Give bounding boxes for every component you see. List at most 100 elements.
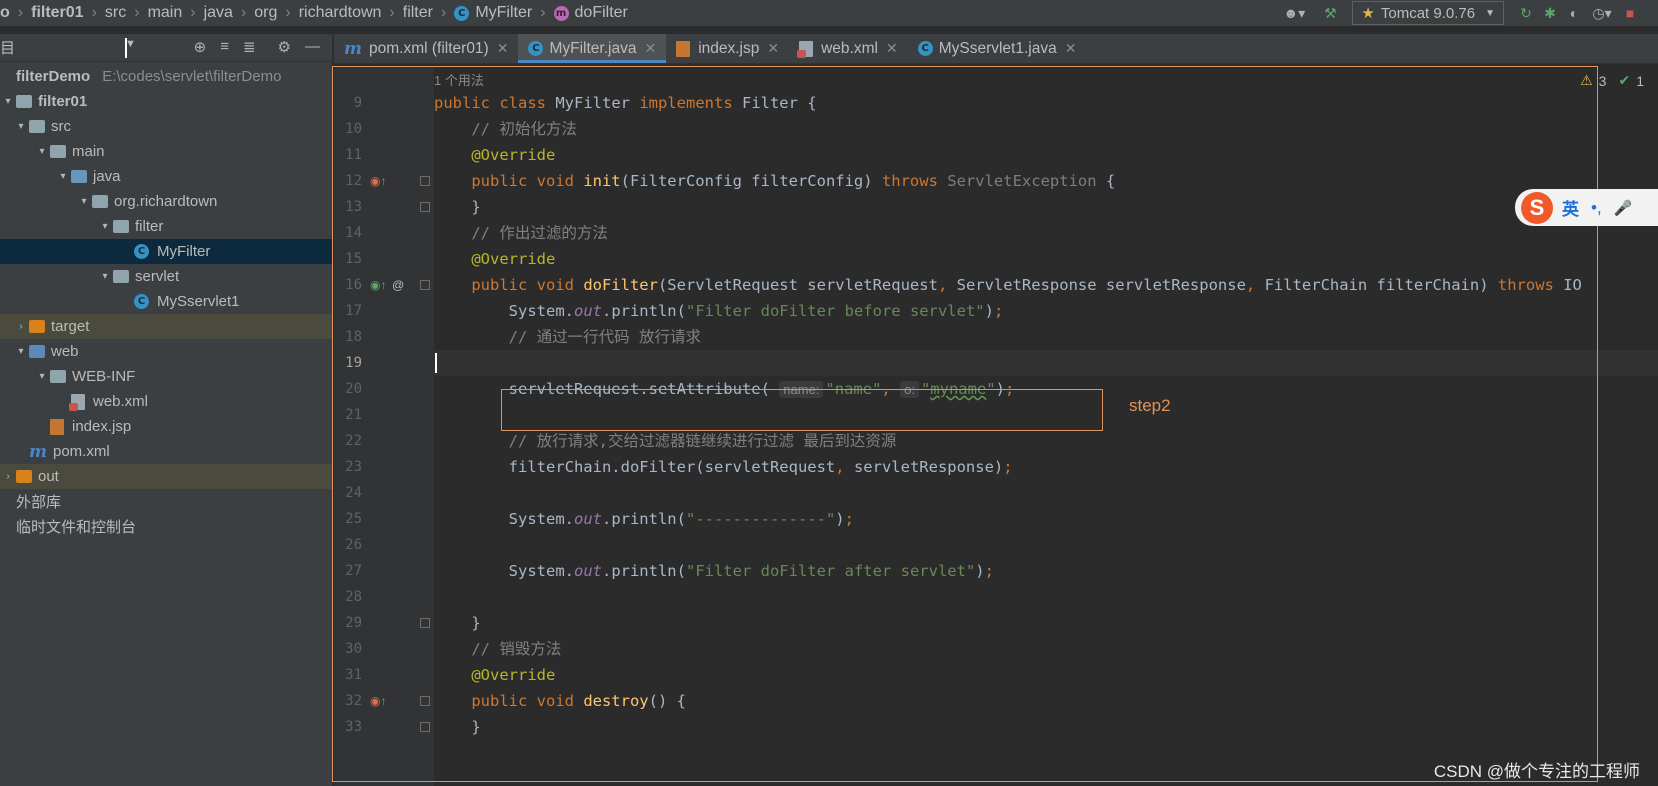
breadcrumb-item[interactable]: m doFilter bbox=[553, 4, 628, 22]
expand-arrow-icon[interactable]: › bbox=[13, 321, 29, 332]
microphone-icon[interactable]: 🎤 bbox=[1614, 199, 1633, 217]
code-line[interactable]: // 放行请求,交给过滤器链继续进行过滤 最后到达资源 bbox=[434, 428, 897, 454]
code-area[interactable]: public class MyFilter implements Filter … bbox=[434, 66, 1658, 786]
expand-arrow-icon[interactable]: ▾ bbox=[55, 171, 71, 182]
code-line[interactable]: public void doFilter(ServletRequest serv… bbox=[434, 272, 1582, 298]
code-line[interactable]: @Override bbox=[434, 142, 555, 168]
close-icon[interactable]: ✕ bbox=[644, 40, 656, 57]
tree-node[interactable]: ▾ web bbox=[0, 339, 333, 364]
fold-marker-icon[interactable] bbox=[420, 176, 430, 186]
tree-node[interactable]: ▾ WEB-INF bbox=[0, 364, 333, 389]
editor-tab[interactable]: m pom.xml (filter01) ✕ bbox=[334, 34, 518, 63]
close-icon[interactable]: ✕ bbox=[767, 40, 779, 57]
editor-tab[interactable]: C MySservlet1.java ✕ bbox=[908, 34, 1087, 63]
expand-arrow-icon[interactable]: ▾ bbox=[34, 146, 50, 157]
tree-node[interactable]: C MySservlet1 bbox=[0, 289, 333, 314]
breadcrumb-item[interactable]: java bbox=[204, 4, 233, 22]
build-hammer-icon[interactable]: ⚒ bbox=[1318, 1, 1342, 25]
tree-node[interactable]: index.jsp bbox=[0, 414, 333, 439]
breadcrumb-item[interactable]: o bbox=[0, 4, 10, 22]
tree-node[interactable]: › target bbox=[0, 314, 333, 339]
profile-icon[interactable]: ◷▾ bbox=[1586, 1, 1618, 25]
close-icon[interactable]: ✕ bbox=[1065, 40, 1077, 57]
tree-node[interactable]: 临时文件和控制台 bbox=[0, 514, 333, 539]
tree-node[interactable]: filterDemo E:\codes\servlet\filterDemo bbox=[0, 64, 333, 89]
expand-arrow-icon[interactable]: ▾ bbox=[34, 371, 50, 382]
ime-mode[interactable]: 英 bbox=[1562, 195, 1579, 220]
tree-node[interactable]: ▾ filter bbox=[0, 214, 333, 239]
code-editor[interactable]: 9 10 11 12 13 14 15 16 17 18 19 20 21 22 23 24 25 26 27 28 2… bbox=[334, 66, 1658, 786]
code-line[interactable]: } bbox=[434, 714, 480, 740]
stop-icon[interactable]: ■ bbox=[1618, 1, 1642, 25]
code-line[interactable]: System.out.println("Filter doFilter afte… bbox=[434, 558, 994, 584]
code-line[interactable]: public void destroy() { bbox=[434, 688, 686, 714]
gear-icon[interactable]: ⚙ bbox=[278, 38, 291, 56]
override-marker-icon[interactable]: ◉↑ bbox=[370, 688, 386, 714]
coverage-icon[interactable]: ◐ bbox=[1562, 1, 1586, 25]
breadcrumb-item[interactable]: src bbox=[105, 4, 126, 22]
tree-node[interactable]: ▾ org.richardtown bbox=[0, 189, 333, 214]
expand-arrow-icon[interactable]: ▾ bbox=[97, 221, 113, 232]
fold-marker-icon[interactable] bbox=[420, 280, 430, 290]
code-line[interactable]: @Override bbox=[434, 662, 555, 688]
code-line[interactable]: } bbox=[434, 194, 480, 220]
breadcrumb-item[interactable]: filter01 bbox=[31, 4, 83, 22]
debug-icon[interactable]: ✱ bbox=[1538, 1, 1562, 25]
rerun-icon[interactable]: ↻ bbox=[1514, 1, 1538, 25]
tree-node[interactable]: web.xml bbox=[0, 389, 333, 414]
tree-node[interactable]: 外部库 bbox=[0, 489, 333, 514]
user-icon[interactable]: ☻▾ bbox=[1278, 1, 1310, 25]
code-line[interactable]: public void init(FilterConfig filterConf… bbox=[434, 168, 1115, 194]
editor-tab[interactable]: index.jsp ✕ bbox=[666, 34, 789, 63]
code-line[interactable]: @Override bbox=[434, 246, 555, 272]
tree-node[interactable]: C MyFilter bbox=[0, 239, 333, 264]
breadcrumb-item[interactable]: C MyFilter bbox=[454, 4, 532, 22]
tree-node[interactable]: ▾ java bbox=[0, 164, 333, 189]
code-line[interactable]: } bbox=[434, 610, 480, 636]
fold-marker-icon[interactable] bbox=[420, 618, 430, 628]
breadcrumb-item[interactable]: main bbox=[148, 4, 183, 22]
fold-marker-icon[interactable] bbox=[420, 722, 430, 732]
ime-punctuation[interactable]: •, bbox=[1591, 198, 1602, 218]
breadcrumb-item[interactable]: richardtown bbox=[299, 4, 382, 22]
expand-arrow-icon[interactable]: ▾ bbox=[0, 96, 16, 107]
fold-marker-icon[interactable] bbox=[420, 696, 430, 706]
chevron-down-icon[interactable]: ▼ bbox=[125, 37, 136, 58]
annotation-marker-icon[interactable]: @ bbox=[392, 272, 404, 298]
breadcrumb-item[interactable]: org bbox=[254, 4, 277, 22]
override-marker-icon[interactable]: ◉↑ bbox=[370, 168, 386, 194]
code-line[interactable]: // 销毁方法 bbox=[434, 636, 561, 662]
tree-node[interactable]: ▾ filter01 bbox=[0, 89, 333, 114]
tree-node[interactable]: ▾ servlet bbox=[0, 264, 333, 289]
editor-tab[interactable]: web.xml ✕ bbox=[789, 34, 908, 63]
expand-arrow-icon[interactable]: › bbox=[0, 471, 16, 482]
close-icon[interactable]: ✕ bbox=[886, 40, 898, 57]
code-line[interactable]: System.out.println("Filter doFilter befo… bbox=[434, 298, 1004, 324]
code-line[interactable]: public class MyFilter implements Filter … bbox=[434, 90, 817, 116]
code-line[interactable]: // 初始化方法 bbox=[434, 116, 577, 142]
project-view-label[interactable]: 目 bbox=[0, 37, 15, 58]
implement-marker-icon[interactable]: ◉↑ bbox=[370, 272, 386, 298]
tree-node[interactable]: › out bbox=[0, 464, 333, 489]
inspection-widget[interactable]: ⚠ 3 ✔ 1 bbox=[1580, 72, 1644, 89]
code-line[interactable]: // 作出过滤的方法 bbox=[434, 220, 608, 246]
tree-node[interactable]: m pom.xml bbox=[0, 439, 333, 464]
run-configuration-select[interactable]: ★ Tomcat 9.0.76 ▼ bbox=[1352, 1, 1504, 25]
expand-all-icon[interactable]: ≡ bbox=[220, 38, 229, 56]
expand-arrow-icon[interactable]: ▾ bbox=[13, 346, 29, 357]
tree-node[interactable]: ▾ main bbox=[0, 139, 333, 164]
ime-toolbar[interactable]: S 英 •, 🎤 bbox=[1515, 189, 1658, 226]
expand-arrow-icon[interactable]: ▾ bbox=[13, 121, 29, 132]
code-line[interactable]: System.out.println("--------------"); bbox=[434, 506, 854, 532]
hide-icon[interactable]: — bbox=[305, 38, 320, 56]
locate-icon[interactable]: ⊕ bbox=[194, 38, 207, 56]
usage-hint[interactable]: 1 个用法 bbox=[434, 70, 484, 88]
code-line[interactable]: // 通过一行代码 放行请求 bbox=[434, 324, 701, 350]
collapse-all-icon[interactable]: ≣ bbox=[243, 38, 256, 56]
expand-arrow-icon[interactable]: ▾ bbox=[76, 196, 92, 207]
close-icon[interactable]: ✕ bbox=[497, 40, 509, 57]
code-line[interactable]: filterChain.doFilter(servletRequest, ser… bbox=[434, 454, 1013, 480]
breadcrumb-item[interactable]: filter bbox=[403, 4, 433, 22]
fold-marker-icon[interactable] bbox=[420, 202, 430, 212]
tree-node[interactable]: ▾ src bbox=[0, 114, 333, 139]
